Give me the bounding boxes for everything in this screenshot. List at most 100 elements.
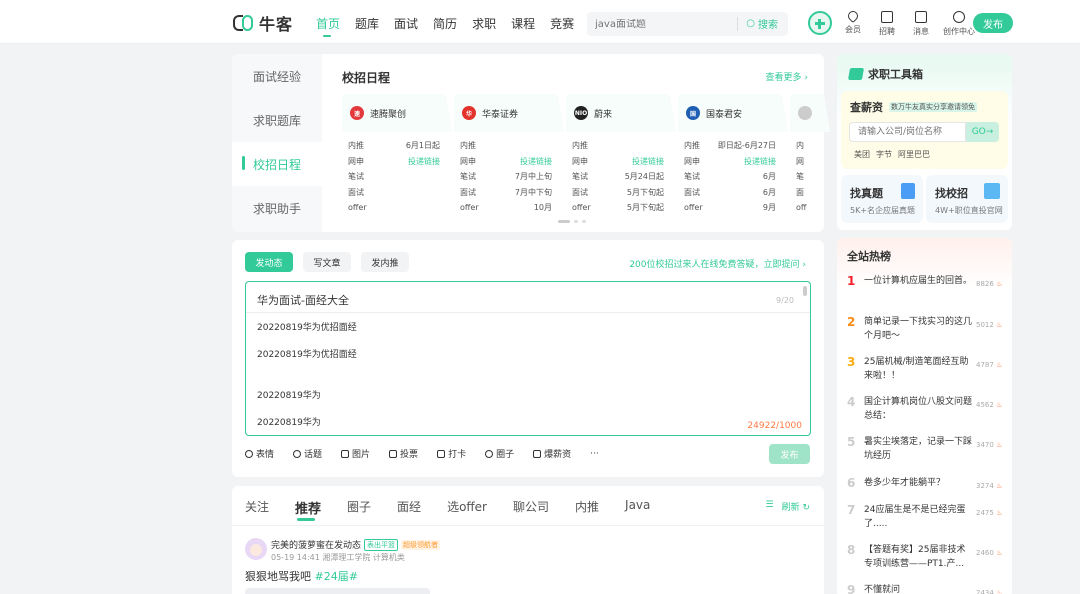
schedule-stage: 面试 <box>572 187 588 197</box>
salary-tag[interactable]: 阿里巴巴 <box>898 149 930 160</box>
carousel-dot[interactable] <box>558 220 570 223</box>
schedule-more-link[interactable]: 查看更多 › <box>766 70 809 83</box>
search-input[interactable] <box>587 18 727 30</box>
salary-tag[interactable]: 字节 <box>876 149 892 160</box>
salary-tag[interactable]: 美团 <box>854 149 870 160</box>
qa-hint-link[interactable]: 200位校招过来人在线免费答疑，立即提问 › <box>629 257 806 270</box>
company-schedule-card[interactable]: 速速腾聚创 内推 6月1日起 网申 投递链接 笔试 面试 offer <box>342 94 452 214</box>
more-button[interactable]: ··· <box>590 447 599 460</box>
checkin-button[interactable]: 打卡 <box>437 447 466 460</box>
salary-button[interactable]: 爆薪资 <box>533 447 571 460</box>
carousel-dot[interactable] <box>574 220 578 223</box>
salary-go-button[interactable]: GO→ <box>966 122 999 142</box>
menu-interview-experience[interactable]: 面试经验 <box>232 54 322 98</box>
menu-job-questions[interactable]: 求职题库 <box>232 98 322 142</box>
tab-choose-offer[interactable]: 选offer <box>447 498 487 517</box>
post-content[interactable]: 狠狠地骂我吧 #24届# <box>245 568 358 584</box>
company-schedule-card[interactable]: 国国泰君安 内推 即日起-6月27日 网申 投递链接 笔试 6月 面试 6月 offer 9月 <box>678 94 788 214</box>
post-author-avatar[interactable] <box>245 538 267 560</box>
nav-home[interactable]: 首页 <box>316 15 340 37</box>
schedule-date: 9月 <box>762 203 776 212</box>
editor-line: 20220819华为优招面经 <box>257 323 357 333</box>
schedule-stage: 内推 <box>348 141 364 150</box>
schedule-row: 面试 5月下旬起 <box>572 185 664 201</box>
company-schedule-card[interactable]: 华华泰证券 内推 网申 投递链接 笔试 7月中上旬 面试 7月中下旬 offer 10月 <box>454 94 564 216</box>
schedule-row: 网申 投递链接 <box>684 154 776 170</box>
company-name: 蔚来 <box>594 109 613 120</box>
tab-interview-notes[interactable]: 面经 <box>397 498 421 517</box>
apply-link[interactable]: 投递链接 <box>632 154 664 170</box>
post-author-name[interactable]: 完美的菠萝蜜在发动态 <box>271 538 361 551</box>
creator-center-button[interactable]: 创作中心 <box>943 11 975 37</box>
filter-icon[interactable]: ☰ <box>765 500 773 513</box>
fire-icon: ♨ <box>996 482 1003 490</box>
tab-referral[interactable]: 发内推 <box>361 252 409 272</box>
publish-button[interactable]: 发布 <box>973 13 1013 33</box>
schedule-stage: 面试 <box>684 187 700 197</box>
post-editor[interactable]: 华为面试-面经大全 9/20 20220819华为优招面经 20220819华为… <box>245 281 811 436</box>
schedule-stage: 面 <box>796 187 804 197</box>
image-button[interactable]: 图片 <box>341 447 370 460</box>
menu-campus-schedule[interactable]: 校招日程 <box>232 142 322 186</box>
post-title-field[interactable]: 华为面试-面经大全 <box>257 292 349 308</box>
tab-write-article[interactable]: 写文章 <box>303 252 351 272</box>
nowcoder-logo[interactable]: 牛客 <box>233 12 293 34</box>
hot-heat-value: 4562 <box>976 401 994 409</box>
tab-company-talk[interactable]: 聊公司 <box>513 498 549 517</box>
nav-job[interactable]: 求职 <box>472 15 496 37</box>
nav-question-bank[interactable]: 题库 <box>355 15 379 37</box>
emoji-button[interactable]: 表情 <box>245 447 274 460</box>
message-button[interactable]: 消息 <box>911 11 931 37</box>
circle-button[interactable]: 圈子 <box>485 447 514 460</box>
find-questions-card[interactable]: 找真题 5K+名企应届真题 <box>841 175 923 223</box>
company-logo-icon: 速 <box>350 106 364 120</box>
nav-contest[interactable]: 竞赛 <box>550 15 574 37</box>
nav-course[interactable]: 课程 <box>511 15 535 37</box>
company-name: 国泰君安 <box>706 109 743 120</box>
search-button[interactable]: ○ 搜索 <box>746 16 778 31</box>
feed-divider <box>232 525 824 526</box>
tab-recommend[interactable]: 推荐 <box>295 498 321 521</box>
schedule-row: 内推 即日起-6月27日 <box>684 138 776 154</box>
tab-java[interactable]: Java <box>625 498 650 517</box>
fire-icon: ♨ <box>996 509 1003 517</box>
company-schedule-card[interactable]: NIO 蔚来 内推 网申 投递链接 笔试 5月24日起 面试 5月下旬起 offer 5月下旬起 <box>566 94 676 214</box>
editor-line: 20220819华为优招面经 <box>257 350 357 360</box>
toolbox-title: 求职工具箱 <box>847 66 923 82</box>
post-image[interactable] <box>245 588 430 594</box>
schedule-row: 笔试 <box>348 169 440 185</box>
editor-scrollbar[interactable] <box>803 286 807 296</box>
composer-publish-button[interactable]: 发布 <box>769 444 810 464</box>
refresh-button[interactable]: 刷新 ↻ <box>782 500 810 513</box>
company-logo-icon: 国 <box>686 106 700 120</box>
menu-job-assistant[interactable]: 求职助手 <box>232 186 322 230</box>
apply-link[interactable]: 投递链接 <box>744 154 776 170</box>
hot-title: 国企计算机岗位八股文问题总结： <box>864 397 973 421</box>
creator-label: 创作中心 <box>943 27 975 36</box>
hot-heat-value: 2434 <box>976 589 994 594</box>
hot-title: 暑实尘埃落定，记录一下踩坑经历 <box>864 437 973 461</box>
apply-link[interactable]: 投递链接 <box>408 154 440 170</box>
company-header: 华华泰证券 <box>454 94 564 132</box>
tab-circle[interactable]: 圈子 <box>347 498 371 517</box>
carousel-dot[interactable] <box>582 220 586 223</box>
schedule-row: offer 10月 <box>460 200 552 216</box>
vip-label: 会员 <box>845 25 861 34</box>
vip-button[interactable]: 会员 <box>843 8 863 37</box>
company-schedule-card[interactable]: 内网笔面 off <box>790 94 830 214</box>
nav-interview[interactable]: 面试 <box>394 15 418 37</box>
vote-button[interactable]: 投票 <box>389 447 418 460</box>
tab-referral[interactable]: 内推 <box>575 498 599 517</box>
apply-link[interactable]: 投递链接 <box>520 154 552 170</box>
topic-button[interactable]: 话题 <box>293 447 322 460</box>
nav-resume[interactable]: 简历 <box>433 15 457 37</box>
company-header: NIO 蔚来 <box>566 94 676 132</box>
find-campus-jobs-card[interactable]: 找校招 4W+职位直投官网 <box>926 175 1008 223</box>
salary-search-input[interactable] <box>849 122 966 142</box>
tab-follow[interactable]: 关注 <box>245 498 269 517</box>
tab-post-status[interactable]: 发动态 <box>245 252 293 272</box>
user-avatar[interactable] <box>808 11 832 35</box>
post-author: 完美的菠萝蜜在发动态 表出平篮 超级领航者 <box>271 538 441 551</box>
post-hashtag[interactable]: #24届# <box>315 570 358 583</box>
recruit-button[interactable]: 招聘 <box>877 11 897 37</box>
